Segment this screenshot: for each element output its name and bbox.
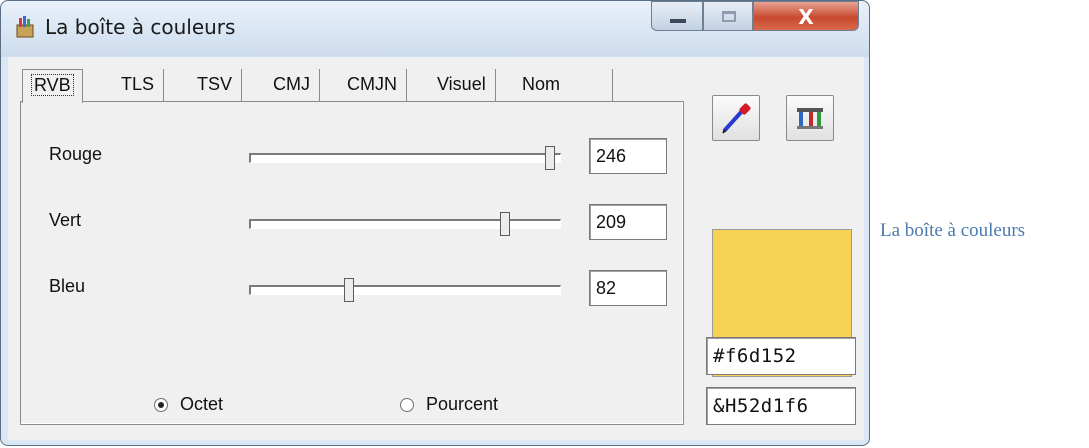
pourcent-label: Pourcent bbox=[426, 394, 499, 414]
app-icon bbox=[16, 16, 34, 38]
maximize-icon bbox=[722, 11, 736, 22]
tab-label: TSV bbox=[197, 74, 233, 94]
vert-value-input[interactable]: 209 bbox=[589, 204, 667, 240]
eyedropper-icon bbox=[722, 103, 751, 134]
caption-link[interactable]: La boîte à couleurs bbox=[880, 220, 1025, 242]
rouge-value-input[interactable]: 246 bbox=[589, 138, 667, 174]
tab-tsv[interactable]: TSV bbox=[188, 69, 243, 101]
pourcent-radio[interactable] bbox=[400, 398, 414, 412]
bleu-label: Bleu bbox=[49, 276, 86, 296]
tab-label: TLS bbox=[121, 74, 155, 94]
octet-label: Octet bbox=[180, 394, 224, 414]
tab-tls[interactable]: TLS bbox=[112, 69, 165, 101]
rouge-slider-track[interactable] bbox=[249, 153, 561, 163]
tab-label: CMJ bbox=[273, 74, 310, 94]
octet-radio[interactable] bbox=[154, 398, 168, 412]
tab-cmj[interactable]: CMJ bbox=[264, 69, 320, 101]
maximize-button[interactable] bbox=[703, 1, 753, 31]
tab-label: RVB bbox=[31, 74, 74, 96]
color-picker-window: La boîte à couleurs X RVB TLS TSV CMJ CM… bbox=[0, 0, 870, 446]
bleu-slider-track[interactable] bbox=[249, 285, 561, 295]
tools-icon bbox=[797, 108, 823, 129]
tab-label: Nom bbox=[522, 74, 561, 94]
rouge-slider-thumb[interactable] bbox=[545, 146, 556, 170]
minimize-button[interactable] bbox=[651, 1, 703, 31]
close-button[interactable]: X bbox=[753, 1, 859, 31]
window-title: La boîte à couleurs bbox=[45, 15, 236, 39]
vert-slider-thumb[interactable] bbox=[499, 212, 510, 236]
rouge-label: Rouge bbox=[49, 144, 103, 164]
hex-code-field[interactable]: #f6d152 bbox=[706, 337, 856, 375]
tab-visuel[interactable]: Visuel bbox=[428, 69, 496, 101]
title-bar[interactable]: La boîte à couleurs X bbox=[1, 1, 869, 57]
bleu-value-input[interactable]: 82 bbox=[589, 270, 667, 306]
rvb-panel: Rouge 246 Vert 209 Bleu 82 bbox=[20, 101, 684, 425]
vert-slider-track[interactable] bbox=[249, 219, 561, 229]
close-icon: X bbox=[798, 5, 814, 29]
vb-code-field[interactable]: &H52d1f6 bbox=[706, 387, 856, 425]
tab-cmjn[interactable]: CMJN bbox=[338, 69, 407, 101]
tools-button[interactable] bbox=[786, 95, 834, 141]
vert-label: Vert bbox=[49, 210, 82, 230]
eyedropper-button[interactable] bbox=[712, 95, 760, 141]
window-controls: X bbox=[651, 1, 861, 31]
tab-label: Visuel bbox=[437, 74, 486, 94]
tab-rvb[interactable]: RVB bbox=[22, 69, 83, 103]
tab-nom[interactable]: Nom bbox=[513, 69, 613, 101]
bleu-slider-thumb[interactable] bbox=[343, 278, 354, 302]
client-area: RVB TLS TSV CMJ CMJN Visuel Nom Rouge 24… bbox=[8, 57, 864, 440]
minimize-icon bbox=[670, 19, 686, 23]
tab-label: CMJN bbox=[347, 74, 397, 94]
